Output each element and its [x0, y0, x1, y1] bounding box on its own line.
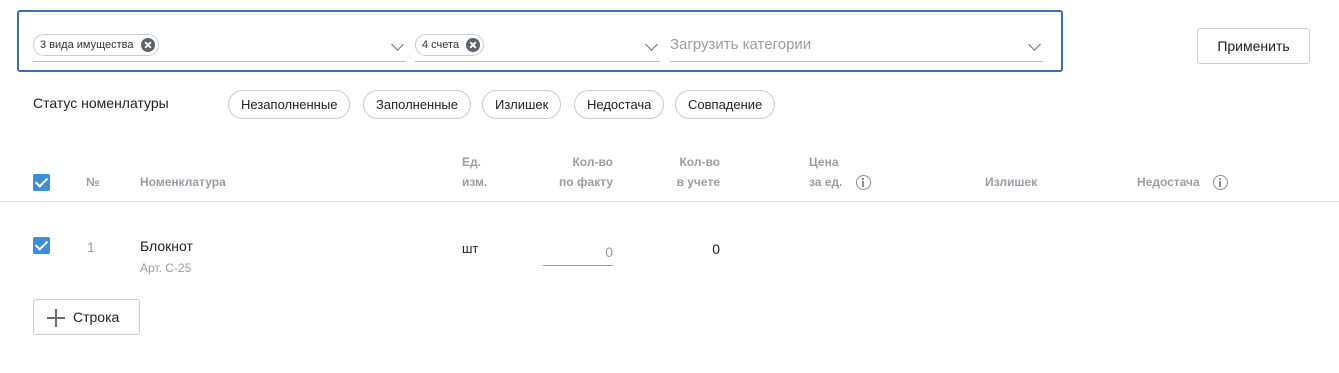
- add-row-label: Строка: [73, 309, 120, 325]
- col-unit-line1: Ед.: [462, 155, 481, 169]
- status-label: Статус номенлатуры: [33, 95, 169, 111]
- row-qty-account: 0: [712, 241, 720, 257]
- status-chip-surplus[interactable]: Излишек: [482, 90, 562, 119]
- plus-icon: [47, 309, 65, 327]
- property-type-select[interactable]: 3 вида имущества: [33, 32, 406, 62]
- col-qty-fact-line1: Кол-во: [572, 155, 613, 169]
- status-chip-filled[interactable]: Заполненные: [363, 90, 471, 119]
- row-name: Блокнот: [140, 238, 193, 254]
- row-article: Арт. С-25: [140, 261, 192, 275]
- row-checkbox[interactable]: [33, 237, 50, 254]
- add-row-button[interactable]: Строка: [33, 299, 140, 335]
- row-unit: шт: [462, 241, 479, 256]
- col-nomenclature: Номенклатура: [140, 175, 226, 189]
- property-type-chip-label: 3 вида имущества: [40, 39, 134, 51]
- filter-panel: 3 вида имущества 4 счета Загрузить катег…: [17, 10, 1063, 72]
- col-qty-fact-line2: по факту: [559, 175, 613, 189]
- header-divider: [0, 201, 1339, 202]
- info-icon[interactable]: [856, 175, 871, 190]
- chevron-down-icon[interactable]: [1023, 32, 1043, 56]
- apply-button[interactable]: Применить: [1197, 28, 1310, 64]
- chevron-down-icon[interactable]: [640, 32, 660, 56]
- accounts-chip-label: 4 счета: [422, 39, 460, 51]
- status-chip-match[interactable]: Совпадение: [675, 90, 776, 119]
- col-num: №: [86, 175, 100, 189]
- categories-select[interactable]: Загрузить категории: [670, 32, 1043, 62]
- property-type-chip: 3 вида имущества: [33, 34, 159, 56]
- col-unit-line2: изм.: [462, 175, 488, 189]
- col-qty-account-line2: в учете: [676, 175, 720, 189]
- col-surplus: Излишек: [985, 175, 1038, 189]
- col-shortage: Недостача: [1137, 175, 1200, 189]
- accounts-chip: 4 счета: [415, 34, 485, 56]
- col-price-line1: Цена: [809, 155, 839, 169]
- row-number: 1: [87, 239, 95, 255]
- status-chip-shortage[interactable]: Недостача: [574, 90, 665, 119]
- status-chip-unfilled[interactable]: Незаполненные: [228, 90, 351, 119]
- col-qty-account-line1: Кол-во: [679, 155, 720, 169]
- remove-chip-icon[interactable]: [466, 38, 481, 52]
- select-all-checkbox[interactable]: [33, 174, 50, 191]
- qty-fact-input[interactable]: [543, 238, 613, 266]
- chevron-down-icon[interactable]: [386, 32, 406, 56]
- info-icon[interactable]: [1213, 175, 1228, 190]
- categories-placeholder: Загрузить категории: [670, 36, 812, 53]
- remove-chip-icon[interactable]: [140, 38, 155, 52]
- accounts-select[interactable]: 4 счета: [415, 32, 660, 62]
- col-price-line2: за ед.: [809, 175, 843, 189]
